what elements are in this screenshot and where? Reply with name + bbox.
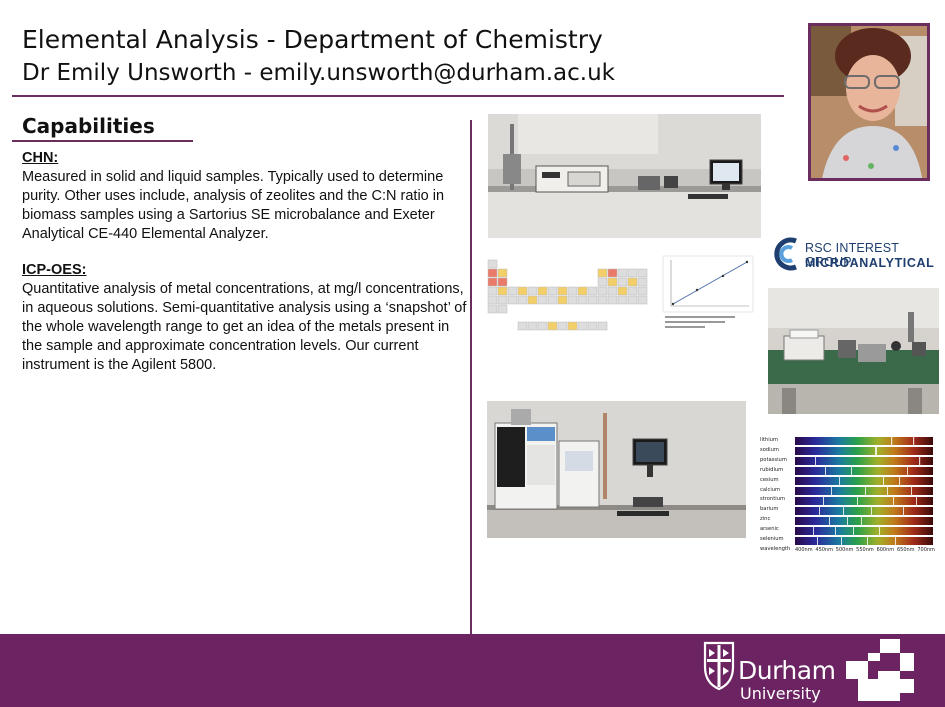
spectra-axis-ticks: 400nm 450nm 500nm 550nm 600nm 650nm 700n… <box>795 547 935 553</box>
spectra-element-labels: lithium sodium potassium rubidium cesium… <box>760 436 792 554</box>
microbalance-photo <box>768 288 939 414</box>
column-divider <box>470 120 472 634</box>
rsc-logo-line2: MICROANALYTICAL <box>805 256 935 270</box>
durham-wordmark: Durham <box>738 656 836 685</box>
chn-lab-photo <box>488 114 761 238</box>
spectra-tick: 650nm <box>896 547 915 553</box>
emission-spectra-figure: lithium sodium potassium rubidium cesium… <box>759 436 935 554</box>
spectra-tick: 500nm <box>835 547 854 553</box>
author-portrait <box>808 23 930 181</box>
spectra-tick: 550nm <box>856 547 874 553</box>
spectra-label-zinc: zinc <box>760 516 771 523</box>
spectra-label-potassium: potassium <box>760 456 787 463</box>
spectra-tick: 400nm <box>795 547 813 553</box>
capabilities-heading: Capabilities <box>22 114 155 138</box>
spectra-label-lithium: lithium <box>760 437 778 443</box>
icp-results-figure <box>485 246 760 344</box>
spectra-label-sodium: sodium <box>760 446 779 453</box>
spectra-label-strontium: strontium <box>760 496 786 503</box>
spectra-label-rubidium: rubidium <box>760 466 784 473</box>
author-line: Dr Emily Unsworth - emily.unsworth@durha… <box>22 60 615 86</box>
durham-university-label: University <box>740 684 821 703</box>
icp-title: ICP-OES: <box>22 262 87 278</box>
spectra-tick: 450nm <box>815 547 833 553</box>
spectra-label-arsenic: arsenic <box>760 526 779 533</box>
capabilities-underline <box>12 140 193 142</box>
spectra-label-selenium: selenium <box>760 536 784 543</box>
icp-oes-instrument-photo <box>487 401 746 538</box>
spectra-label-calcium: calcium <box>760 486 781 493</box>
spectra-tick: 700nm <box>917 547 935 553</box>
spectra-label-barium: barium <box>760 506 779 513</box>
page-title: Elemental Analysis - Department of Chemi… <box>22 25 603 54</box>
durham-pixel-mark-icon <box>846 639 914 701</box>
chn-title: CHN: <box>22 150 59 166</box>
spectra-label-cesium: cesium <box>760 476 779 483</box>
rsc-logo-mark <box>774 237 800 271</box>
icp-text: Quantitative analysis of metal concentra… <box>22 281 467 373</box>
spectra-tick: 600nm <box>876 547 895 553</box>
spectra-axis-label: wavelength <box>760 545 791 552</box>
durham-crest-icon <box>703 641 735 691</box>
header-divider <box>12 95 784 97</box>
chn-text: Measured in solid and liquid samples. Ty… <box>22 169 445 242</box>
